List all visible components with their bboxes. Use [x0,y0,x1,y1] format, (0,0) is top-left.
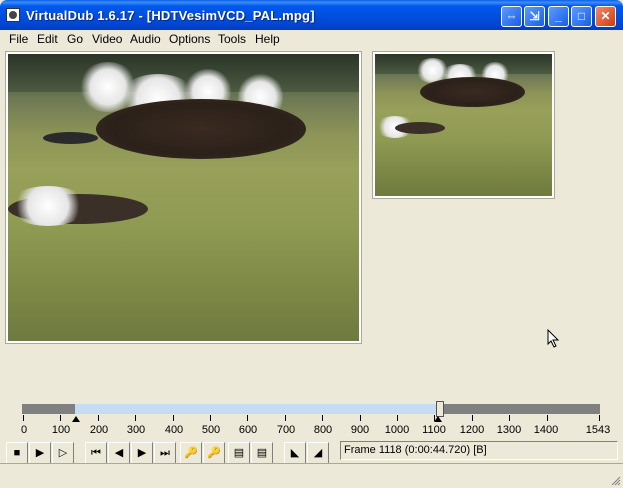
timeline-label: 700 [276,424,296,436]
play-output-icon[interactable]: ▷ [52,442,74,464]
input-video-frame [8,54,359,341]
menu-go[interactable]: Go [67,32,83,46]
frame-status: Frame 1118 (0:00:44.720) [B] [340,441,618,460]
timeline-label: 200 [89,424,109,436]
timeline-label: 300 [126,424,146,436]
next-frame-icon[interactable]: ▶ [131,442,153,464]
timeline-selection-range [75,404,437,414]
timeline-label: 1400 [533,424,559,436]
prev-keyframe-icon[interactable]: 🔑 [180,442,202,464]
prev-scene-icon[interactable]: ▤ [228,442,250,464]
timeline-track-unselected-right [437,404,600,414]
virtualdub-app-icon[interactable] [6,8,20,22]
menu-bar: File Edit Go Video Audio Options Tools H… [0,30,623,49]
timeline-ticks [22,415,600,423]
menu-options[interactable]: Options [169,32,210,46]
end-icon[interactable]: ⏭ [154,442,176,464]
play-input-icon[interactable]: ▶ [29,442,51,464]
timeline-label: 1300 [496,424,522,436]
close-button[interactable]: ✕ [595,6,616,27]
stop-icon[interactable]: ■ [6,442,28,464]
timeline-label: 600 [238,424,258,436]
restore-arrows-icon[interactable]: ⇔ [501,6,522,27]
next-scene-icon[interactable]: ▤ [251,442,273,464]
resize-grip-icon[interactable] [609,474,621,486]
selection-start-marker [72,416,80,422]
app-window: VirtualDub 1.6.17 - [HDTVesimVCD_PAL.mpg… [0,0,623,488]
timeline-label: 1200 [459,424,485,436]
mark-in-icon[interactable]: ◣ [284,442,306,464]
timeline-label: 1100 [422,424,446,436]
mark-out-icon[interactable]: ◢ [307,442,329,464]
timeline-label: 1543 [585,424,611,436]
timeline-label: 900 [350,424,370,436]
input-video-pane [5,51,362,344]
timeline-slider[interactable] [22,401,600,417]
timeline-label: 500 [201,424,221,436]
timeline-label: 1000 [384,424,410,436]
menu-help[interactable]: Help [255,32,280,46]
pin-window-icon[interactable]: ⇲ [524,6,545,27]
prev-frame-icon[interactable]: ◀ [108,442,130,464]
menu-video[interactable]: Video [92,32,122,46]
output-video-pane [372,51,555,199]
start-icon[interactable]: ⏮ [85,442,107,464]
minimize-button[interactable]: _ [548,6,569,27]
menu-edit[interactable]: Edit [37,32,58,46]
title-bar[interactable]: VirtualDub 1.6.17 - [HDTVesimVCD_PAL.mpg… [0,0,623,30]
selection-end-marker [434,416,442,422]
menu-file[interactable]: File [9,32,28,46]
timeline-label: 800 [313,424,333,436]
timeline-track-unselected-left [22,404,75,414]
maximize-button[interactable]: □ [571,6,592,27]
next-keyframe-icon[interactable]: 🔑 [203,442,225,464]
menu-audio[interactable]: Audio [130,32,161,46]
timeline-label: 400 [164,424,184,436]
mouse-cursor-icon [547,329,560,348]
status-bar [0,463,623,488]
timeline-label: 100 [51,424,71,436]
output-video-frame [375,54,552,196]
menu-tools[interactable]: Tools [218,32,246,46]
window-title: VirtualDub 1.6.17 - [HDTVesimVCD_PAL.mpg… [26,8,315,23]
timeline-label: 0 [20,424,28,436]
